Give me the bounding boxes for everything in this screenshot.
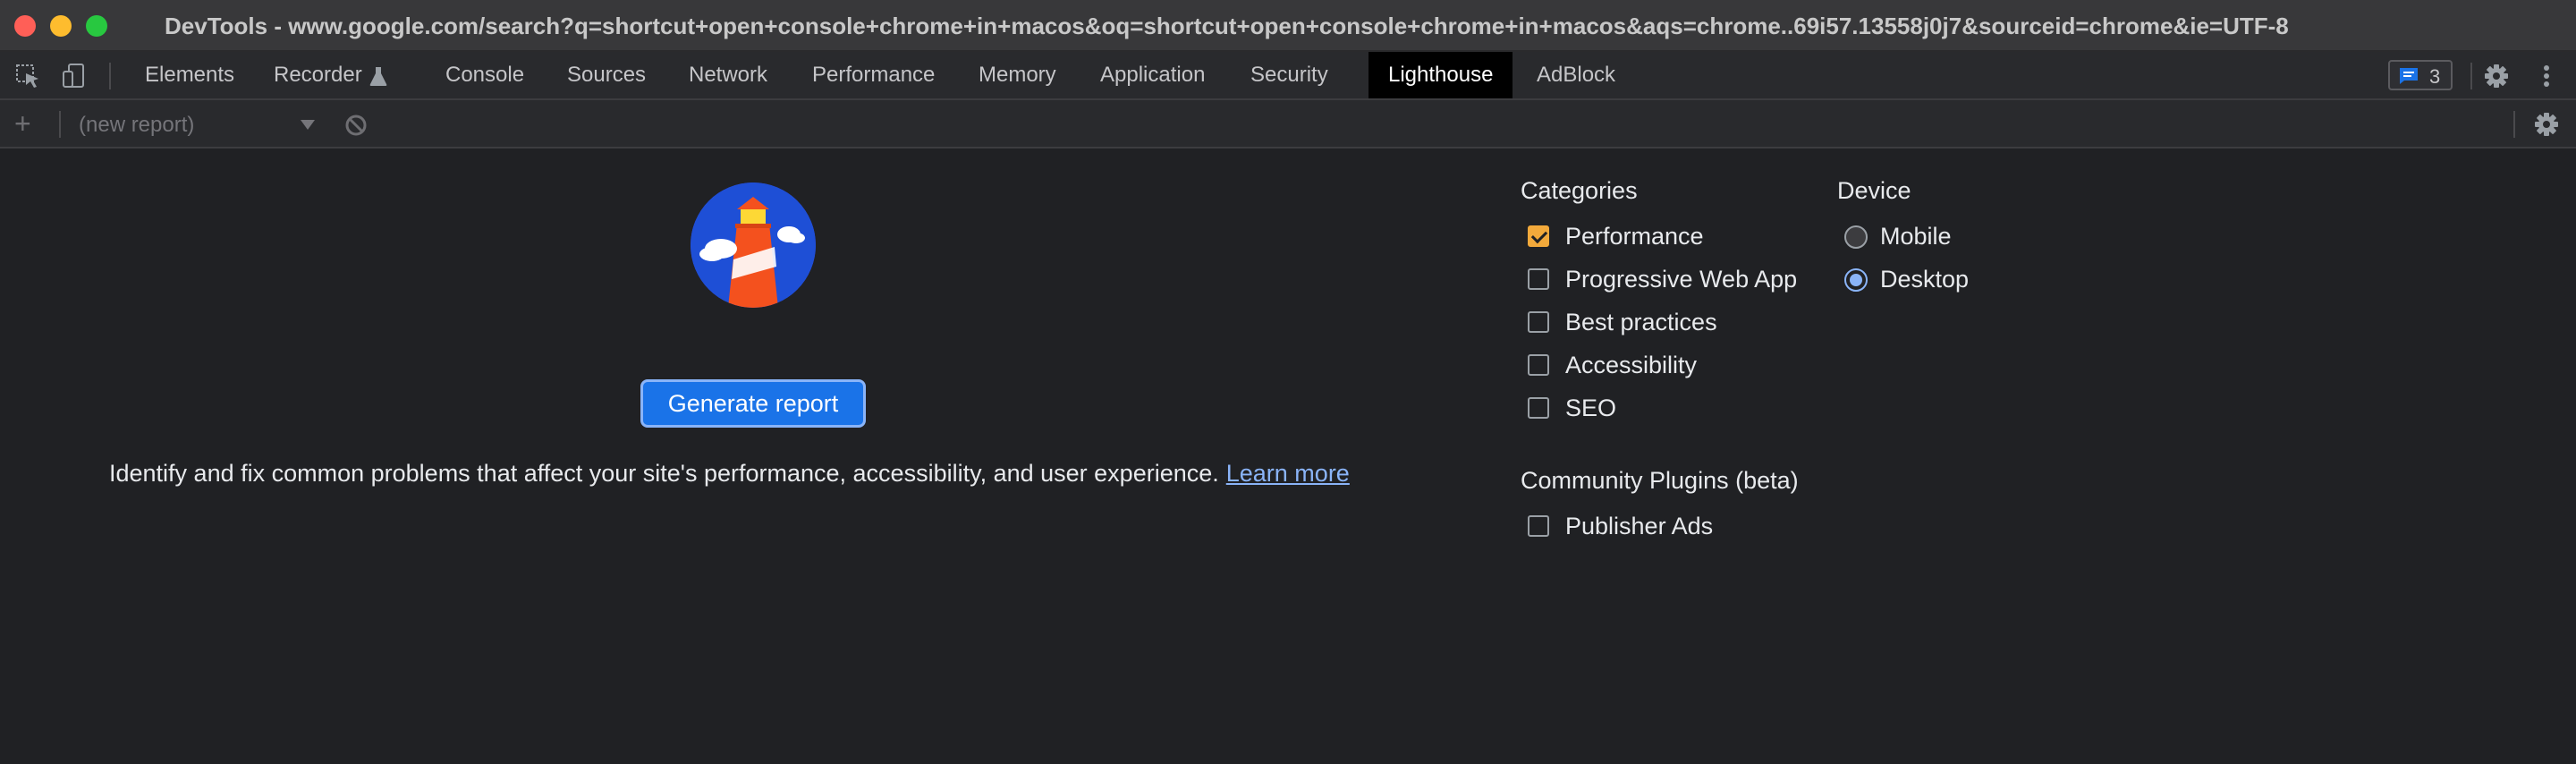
lighthouse-logo xyxy=(691,183,816,308)
tab-lighthouse[interactable]: Lighthouse xyxy=(1368,52,1513,98)
tab-network[interactable]: Network xyxy=(689,52,767,98)
message-icon xyxy=(2400,68,2418,84)
experimental-flask-icon xyxy=(369,66,387,86)
toolbar-divider xyxy=(59,111,61,138)
category-label: Progressive Web App xyxy=(1565,266,1798,293)
tab-security[interactable]: Security xyxy=(1250,52,1328,98)
plugin-label: Publisher Ads xyxy=(1565,513,1714,539)
category-label: SEO xyxy=(1565,395,1617,421)
tab-sources[interactable]: Sources xyxy=(567,52,646,98)
tab-memory[interactable]: Memory xyxy=(979,52,1056,98)
publisher-ads-checkbox[interactable] xyxy=(1528,515,1549,537)
category-label: Best practices xyxy=(1565,309,1717,335)
lighthouse-description: Identify and fix common problems that af… xyxy=(109,460,1350,488)
description-text: Identify and fix common problems that af… xyxy=(109,460,1219,487)
learn-more-link[interactable]: Learn more xyxy=(1226,460,1350,487)
performance-checkbox[interactable] xyxy=(1528,225,1549,247)
devtools-main-toolbar: Elements Recorder Console Sources Networ… xyxy=(0,52,2576,100)
generate-report-button[interactable]: Generate report xyxy=(640,379,866,428)
tab-console[interactable]: Console xyxy=(445,52,524,98)
desktop-radio[interactable] xyxy=(1844,268,1868,292)
best-practices-checkbox[interactable] xyxy=(1528,311,1549,333)
add-report-button[interactable]: + xyxy=(14,109,31,138)
more-options-icon[interactable] xyxy=(2533,63,2560,89)
tab-elements[interactable]: Elements xyxy=(145,52,234,98)
toolbar-divider xyxy=(2470,63,2472,89)
device-label: Mobile xyxy=(1880,223,1952,250)
toolbar-divider xyxy=(109,63,111,89)
toolbar-divider xyxy=(2513,111,2515,138)
seo-checkbox[interactable] xyxy=(1528,397,1549,419)
window-minimize-button[interactable] xyxy=(50,15,72,37)
mobile-radio[interactable] xyxy=(1844,225,1868,249)
device-heading: Device xyxy=(1837,177,1911,204)
window-maximize-button[interactable] xyxy=(86,15,107,37)
issues-badge[interactable]: 3 xyxy=(2388,60,2453,90)
report-select[interactable]: (new report) xyxy=(79,113,194,138)
tab-adblock[interactable]: AdBlock xyxy=(1537,52,1615,98)
tab-application[interactable]: Application xyxy=(1100,52,1205,98)
category-label: Performance xyxy=(1565,223,1704,250)
inspect-element-icon[interactable] xyxy=(14,63,41,89)
chevron-down-icon[interactable] xyxy=(301,120,315,130)
tab-recorder[interactable]: Recorder xyxy=(274,52,387,98)
window-title-bar: DevTools - www.google.com/search?q=short… xyxy=(0,0,2576,52)
pwa-checkbox[interactable] xyxy=(1528,268,1549,290)
categories-heading: Categories xyxy=(1521,177,1638,204)
gear-icon[interactable] xyxy=(2483,63,2510,89)
clear-all-icon[interactable] xyxy=(343,113,369,138)
lighthouse-settings-gear-icon[interactable] xyxy=(2533,111,2560,138)
category-label: Accessibility xyxy=(1565,352,1698,378)
window-close-button[interactable] xyxy=(14,15,36,37)
accessibility-checkbox[interactable] xyxy=(1528,354,1549,376)
window-title: DevTools - www.google.com/search?q=short… xyxy=(165,13,2289,39)
community-plugins-heading: Community Plugins (beta) xyxy=(1521,467,1799,494)
lighthouse-toolbar: + (new report) xyxy=(0,100,2576,149)
device-toolbar-icon[interactable] xyxy=(61,63,88,89)
issues-count: 3 xyxy=(2429,65,2441,88)
tab-performance[interactable]: Performance xyxy=(812,52,935,98)
device-label: Desktop xyxy=(1880,266,1970,293)
